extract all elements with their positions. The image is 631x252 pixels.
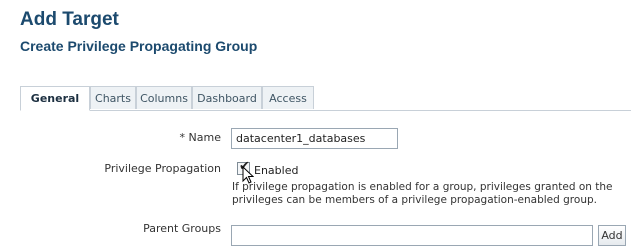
tab-charts[interactable]: Charts — [90, 86, 136, 109]
help-line-2: privileges can be members of a privilege… — [232, 194, 597, 206]
privilege-propagation-help: If privilege propagation is enabled for … — [232, 181, 613, 207]
page-title: Add Target — [20, 9, 119, 30]
tab-dashboard[interactable]: Dashboard — [192, 86, 262, 109]
help-line-1: If privilege propagation is enabled for … — [232, 181, 613, 193]
tab-access[interactable]: Access — [262, 86, 314, 109]
tab-columns[interactable]: Columns — [136, 86, 192, 109]
name-label-text: Name — [188, 131, 221, 144]
tab-bar: General Charts Columns Dashboard Access — [20, 86, 631, 111]
page-subtitle: Create Privilege Propagating Group — [20, 38, 258, 54]
privilege-propagation-label: Privilege Propagation — [104, 162, 221, 175]
parent-groups-input[interactable] — [231, 225, 593, 246]
required-marker: * — [179, 131, 186, 144]
name-input[interactable] — [231, 128, 398, 149]
parent-groups-label: Parent Groups — [143, 222, 221, 235]
add-parent-group-button[interactable]: Add — [598, 225, 626, 246]
name-label: * Name — [180, 131, 221, 144]
enabled-checkbox-label[interactable]: Enabled — [254, 164, 298, 177]
tab-general[interactable]: General — [20, 86, 90, 111]
